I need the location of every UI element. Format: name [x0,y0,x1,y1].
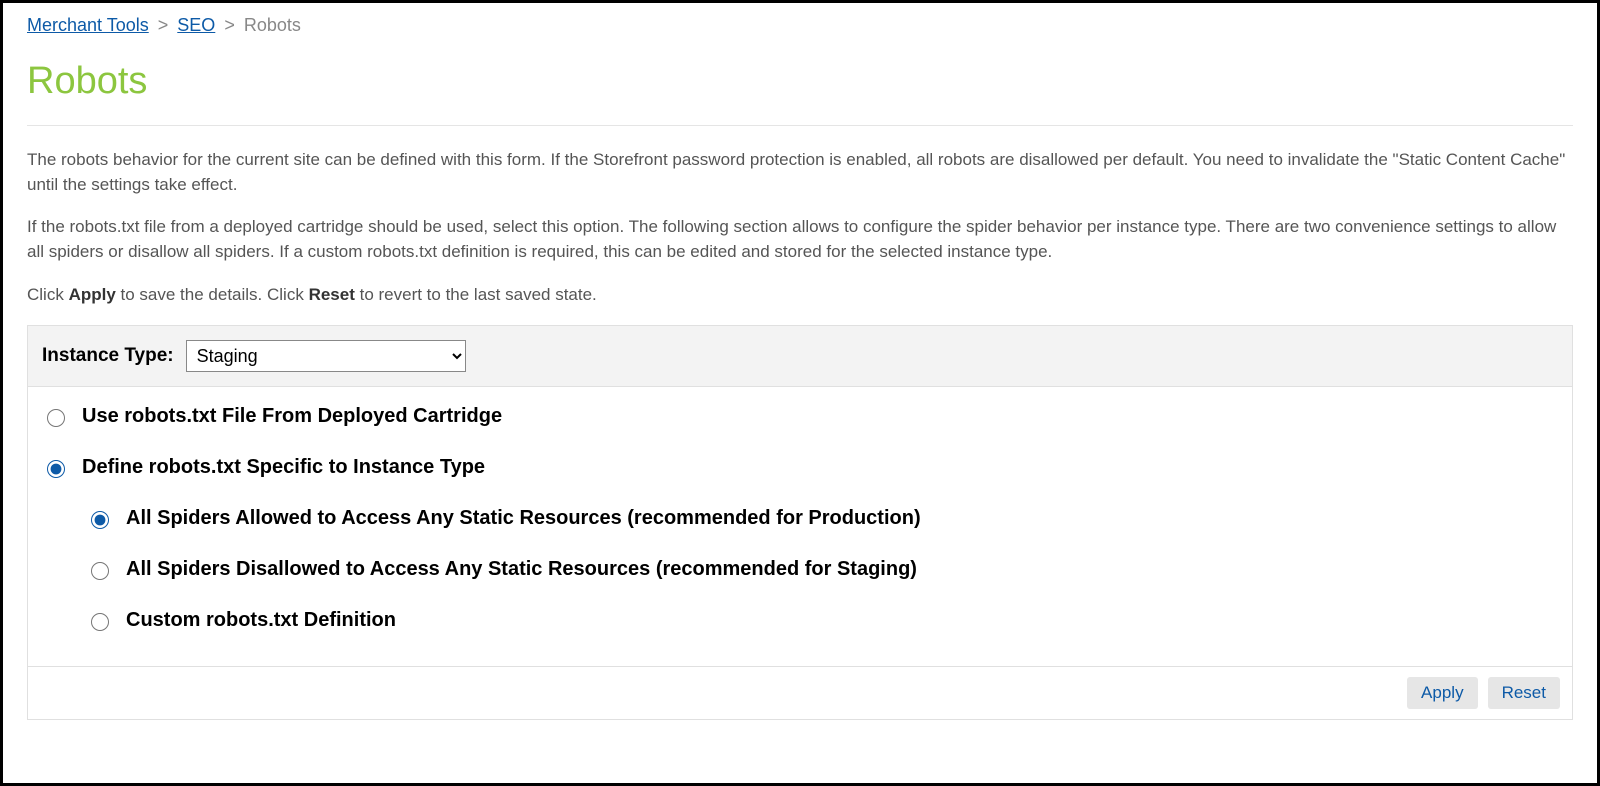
text-fragment: Click [27,285,69,304]
description-block: The robots behavior for the current site… [27,148,1573,307]
description-paragraph-3: Click Apply to save the details. Click R… [27,283,1573,308]
apply-keyword: Apply [69,285,116,304]
radio-custom[interactable] [91,613,109,631]
breadcrumb-link-seo[interactable]: SEO [177,15,215,35]
panel-header: Instance Type: Staging [28,326,1572,387]
option-label: All Spiders Allowed to Access Any Static… [126,507,921,530]
panel-body: Use robots.txt File From Deployed Cartri… [28,387,1572,666]
page-frame: Merchant Tools > SEO > Robots Robots The… [0,0,1600,786]
option-label: Custom robots.txt Definition [126,609,396,632]
option-label: All Spiders Disallowed to Access Any Sta… [126,558,917,581]
text-fragment: to revert to the last saved state. [355,285,597,304]
breadcrumb-separator: > [158,15,169,35]
text-fragment: to save the details. Click [116,285,309,304]
instance-type-label: Instance Type: [42,345,174,367]
sub-option-custom: Custom robots.txt Definition [86,609,1558,632]
breadcrumb-current: Robots [244,15,301,35]
radio-use-cartridge[interactable] [47,409,65,427]
radio-define-specific[interactable] [47,460,65,478]
reset-keyword: Reset [309,285,355,304]
reset-button[interactable]: Reset [1488,677,1560,709]
breadcrumb-separator: > [224,15,235,35]
page-title: Robots [27,60,1573,103]
radio-allow-all[interactable] [91,511,109,529]
divider [27,125,1573,126]
description-paragraph-1: The robots behavior for the current site… [27,148,1573,197]
option-label: Define robots.txt Specific to Instance T… [82,456,485,479]
sub-option-allow-all: All Spiders Allowed to Access Any Static… [86,507,1558,530]
breadcrumb-link-merchant-tools[interactable]: Merchant Tools [27,15,149,35]
option-use-cartridge: Use robots.txt File From Deployed Cartri… [42,405,1558,428]
panel-footer: Apply Reset [28,666,1572,719]
option-label: Use robots.txt File From Deployed Cartri… [82,405,502,428]
page-content: Merchant Tools > SEO > Robots Robots The… [3,3,1597,740]
settings-panel: Instance Type: Staging Use robots.txt Fi… [27,325,1573,720]
description-paragraph-2: If the robots.txt file from a deployed c… [27,215,1573,264]
radio-disallow-all[interactable] [91,562,109,580]
apply-button[interactable]: Apply [1407,677,1478,709]
option-define-specific: Define robots.txt Specific to Instance T… [42,456,1558,479]
instance-type-select[interactable]: Staging [186,340,466,372]
sub-option-disallow-all: All Spiders Disallowed to Access Any Sta… [86,558,1558,581]
breadcrumb: Merchant Tools > SEO > Robots [27,15,1573,36]
